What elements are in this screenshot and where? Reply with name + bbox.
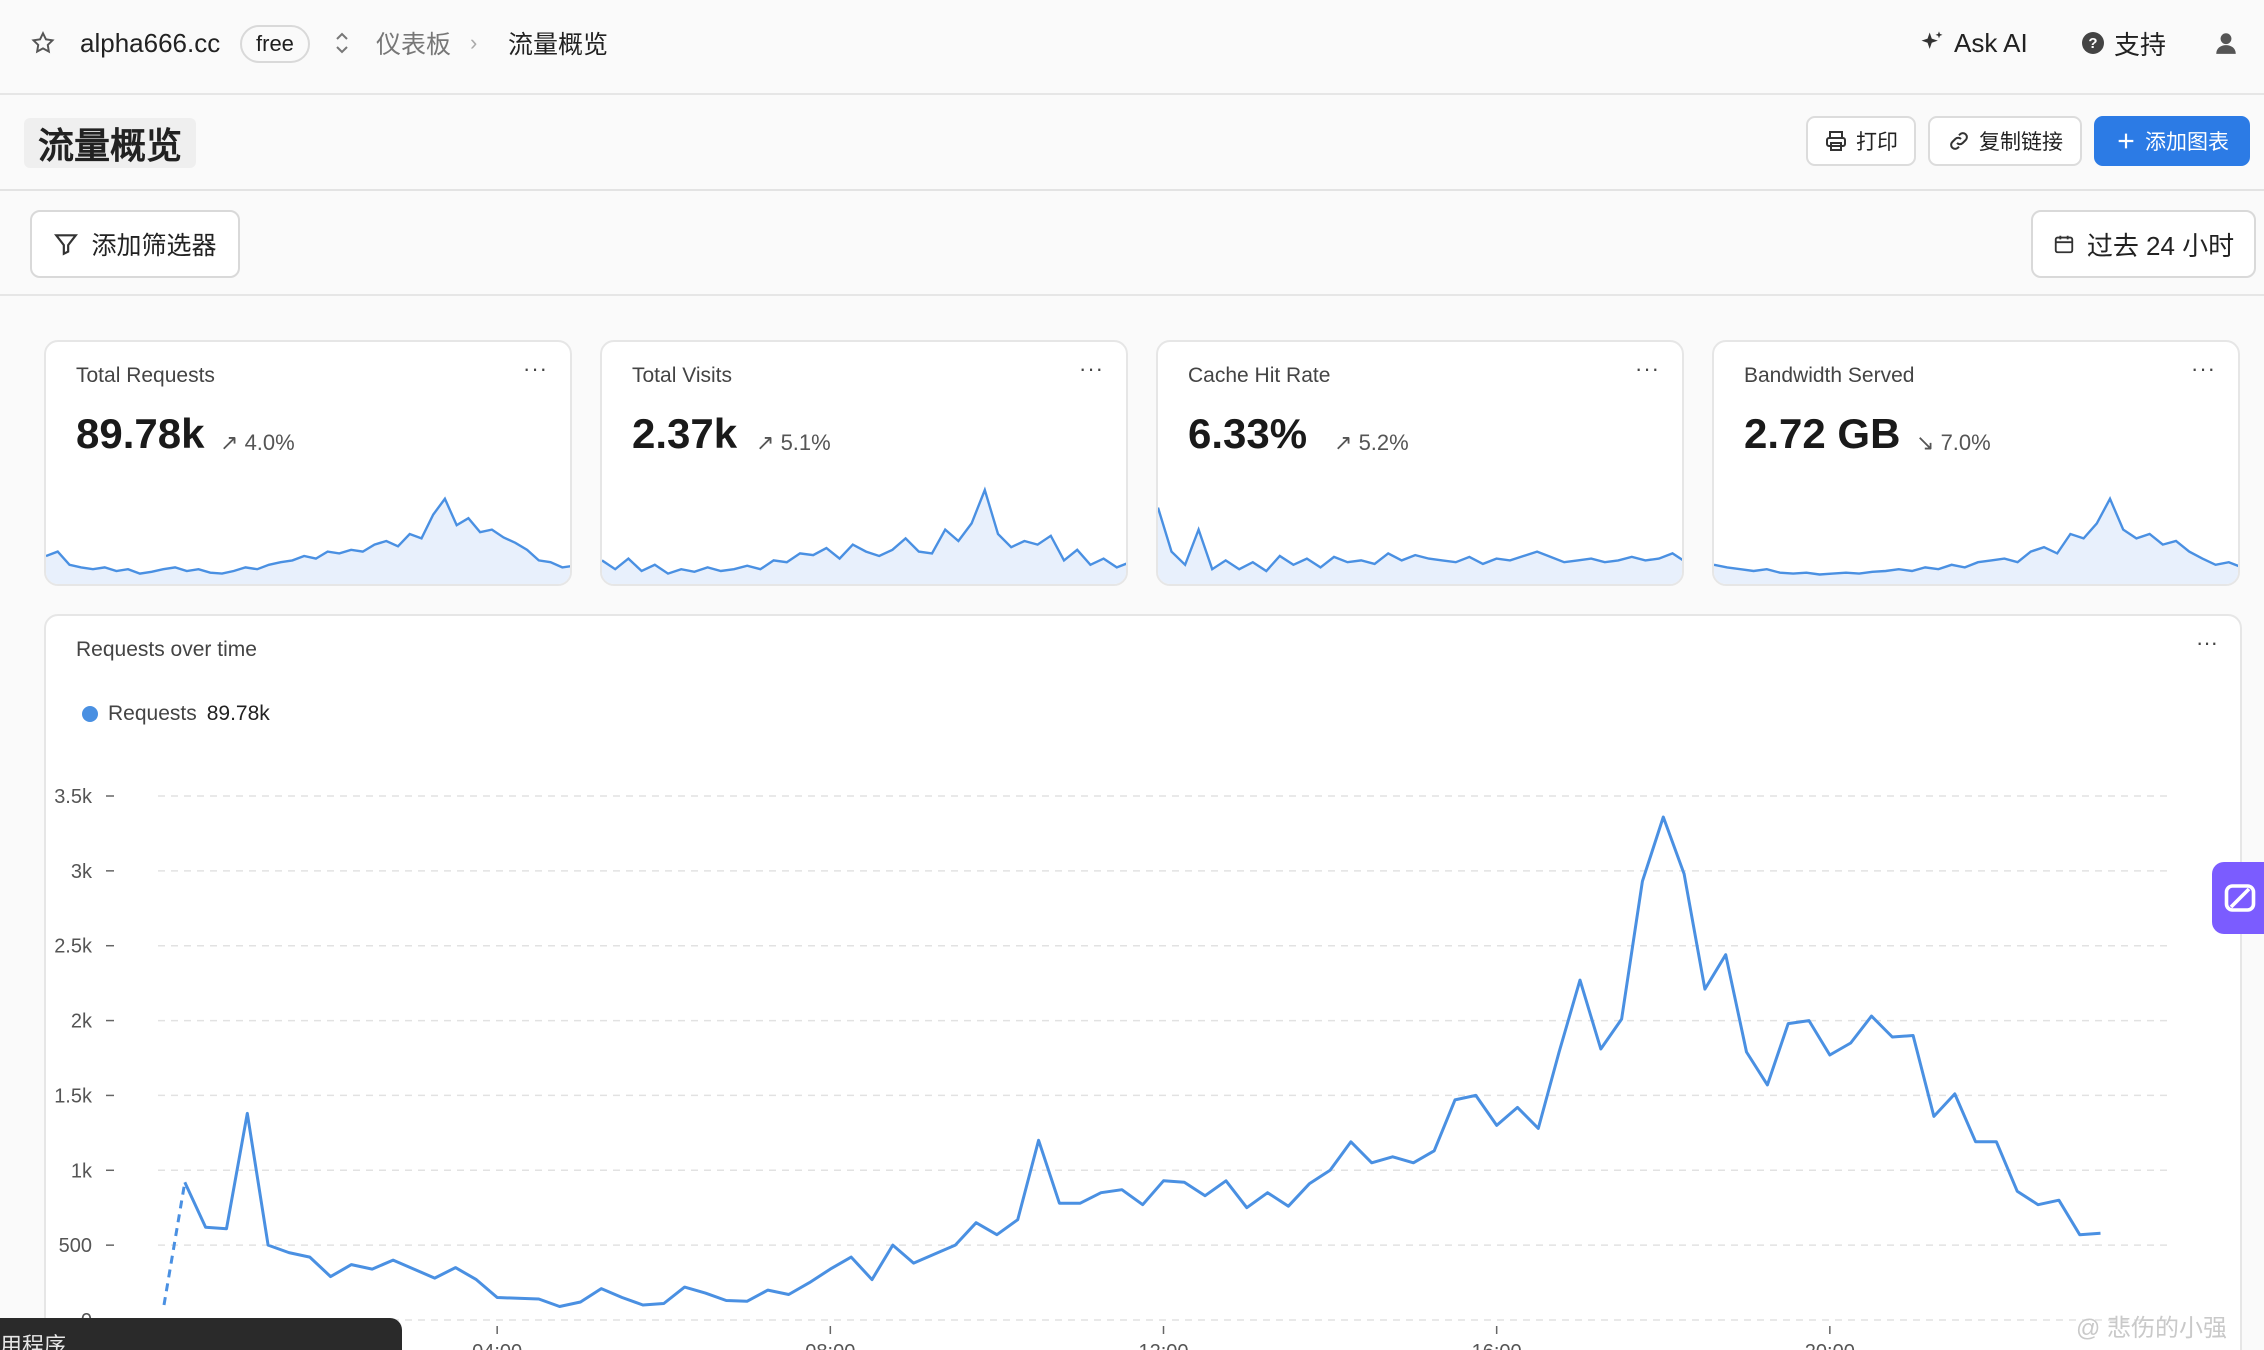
- sparkline: [1714, 496, 2238, 584]
- requests-line-dashed-start: [162, 1182, 187, 1306]
- stat-card-cache-hit-rate: Cache Hit Rate ··· 6.33% ↗ 5.2%: [1156, 340, 1684, 586]
- card-title: Cache Hit Rate: [1188, 364, 1331, 387]
- more-menu-icon[interactable]: ···: [523, 356, 548, 382]
- card-delta-value: 4.0%: [244, 430, 295, 455]
- filter-icon: [54, 234, 79, 256]
- plan-badge: free: [240, 25, 310, 63]
- ask-ai-button[interactable]: Ask AI: [1918, 0, 2028, 86]
- card-value: 6.33%: [1188, 410, 1308, 457]
- y-tick-label: 2.5k: [54, 936, 93, 958]
- sparkle-icon: [1921, 31, 1943, 49]
- stat-card-total-requests: Total Requests ··· 89.78k ↗ 4.0%: [44, 340, 572, 586]
- card-title: Bandwidth Served: [1744, 364, 1915, 387]
- x-tick-label: 04:00: [472, 1341, 522, 1350]
- add-filter-label: 添加筛选器: [91, 232, 217, 260]
- chevron-updown-icon[interactable]: [330, 0, 354, 86]
- trend-up-icon: ↗: [220, 430, 239, 455]
- breadcrumb-current: 流量概览: [508, 31, 609, 59]
- legend-series-name: Requests: [108, 702, 197, 725]
- sparkline: [602, 486, 1126, 584]
- sparkline: [46, 496, 570, 584]
- trend-up-icon: ↗: [1334, 430, 1353, 455]
- top-nav: alpha666.cc free 仪表板 › 流量概览 Ask AI ? 支持: [0, 0, 2264, 95]
- favorite-star-icon[interactable]: [28, 0, 58, 86]
- filter-bar: 添加筛选器 过去 24 小时: [0, 192, 2264, 296]
- card-title: Total Visits: [632, 364, 732, 387]
- bottom-app-popup[interactable]: 用程序: [0, 1318, 402, 1350]
- card-delta-value: 5.1%: [780, 430, 831, 455]
- card-delta: ↗ 5.2%: [1334, 430, 1409, 456]
- help-icon: ?: [2082, 32, 2104, 54]
- x-tick-label: 20:00: [1805, 1341, 1855, 1350]
- chart-title: Requests over time: [76, 638, 257, 661]
- card-title: Total Requests: [76, 364, 215, 387]
- more-menu-icon[interactable]: ···: [2191, 356, 2216, 382]
- trend-down-icon: ↘: [1916, 430, 1935, 455]
- card-value: 2.72 GB: [1744, 410, 1901, 457]
- legend-series-total: 89.78k: [206, 702, 270, 725]
- more-menu-icon[interactable]: ···: [1635, 356, 1660, 382]
- card-value: 89.78k: [76, 410, 205, 457]
- x-tick-label: 16:00: [1472, 1341, 1522, 1350]
- requests-over-time-card: 05001k1.5k2k2.5k3k3.5k04:0008:0012:0016:…: [44, 614, 2242, 1350]
- card-delta-value: 5.2%: [1358, 430, 1409, 455]
- add-chart-button[interactable]: 添加图表: [2094, 116, 2250, 166]
- printer-icon: [1826, 131, 1846, 151]
- print-label: 打印: [1856, 131, 1898, 154]
- stat-card-bandwidth-served: Bandwidth Served ··· 2.72 GB ↘ 7.0%: [1712, 340, 2240, 586]
- chart-legend[interactable]: Requests 89.78k: [82, 702, 270, 726]
- link-icon: [1950, 132, 1968, 150]
- add-filter-button[interactable]: 添加筛选器: [30, 210, 240, 278]
- page-title[interactable]: 流量概览: [24, 118, 197, 168]
- print-button[interactable]: 打印: [1806, 116, 1916, 166]
- copy-link-button[interactable]: 复制链接: [1928, 116, 2082, 166]
- sparkline-area: [1158, 507, 1682, 584]
- y-tick-label: 2k: [71, 1011, 93, 1033]
- card-delta: ↗ 4.0%: [220, 430, 295, 456]
- card-delta: ↗ 5.1%: [756, 430, 831, 456]
- site-name[interactable]: alpha666.cc: [80, 0, 220, 86]
- more-menu-icon[interactable]: ···: [1079, 356, 1104, 382]
- y-tick-label: 1k: [71, 1160, 93, 1182]
- legend-dot: [82, 706, 98, 722]
- floating-app-icon[interactable]: [2212, 862, 2264, 934]
- page-header: 流量概览 打印 复制链接 添加图表: [0, 96, 2264, 191]
- time-range-button[interactable]: 过去 24 小时: [2031, 210, 2256, 278]
- y-tick-label: 3k: [71, 861, 93, 883]
- ask-ai-label: Ask AI: [1954, 27, 2028, 58]
- support-button[interactable]: ? 支持: [2082, 0, 2166, 86]
- y-tick-label: 1.5k: [54, 1085, 93, 1107]
- more-menu-icon[interactable]: ···: [2196, 630, 2218, 656]
- watermark: @ 悲伤的小强: [2076, 1315, 2228, 1342]
- sparkline: [1158, 507, 1682, 584]
- x-tick-label: 12:00: [1138, 1341, 1188, 1350]
- trend-up-icon: ↗: [756, 430, 775, 455]
- user-avatar-icon[interactable]: [2208, 0, 2244, 86]
- card-delta: ↘ 7.0%: [1916, 430, 1991, 456]
- copy-link-label: 复制链接: [1979, 131, 2063, 154]
- chevron-right-icon: ›: [470, 30, 478, 55]
- card-delta-value: 7.0%: [1940, 430, 1991, 455]
- y-tick-label: 500: [59, 1235, 92, 1257]
- card-value: 2.37k: [632, 410, 738, 457]
- calendar-icon: [2054, 235, 2073, 254]
- y-tick-label: 3.5k: [54, 786, 93, 808]
- support-label: 支持: [2114, 29, 2167, 60]
- plus-icon: [2118, 133, 2134, 149]
- breadcrumb-dashboard[interactable]: 仪表板: [376, 0, 451, 86]
- x-tick-label: 08:00: [805, 1341, 855, 1350]
- requests-line-chart: 05001k1.5k2k2.5k3k3.5k04:0008:0012:0016:…: [54, 786, 2168, 1350]
- requests-line[interactable]: [183, 815, 2101, 1308]
- time-range-label: 过去 24 小时: [2086, 230, 2235, 261]
- sparkline-area: [46, 498, 570, 584]
- add-chart-label: 添加图表: [2145, 131, 2229, 154]
- stat-card-total-visits: Total Visits ··· 2.37k ↗ 5.1%: [600, 340, 1128, 586]
